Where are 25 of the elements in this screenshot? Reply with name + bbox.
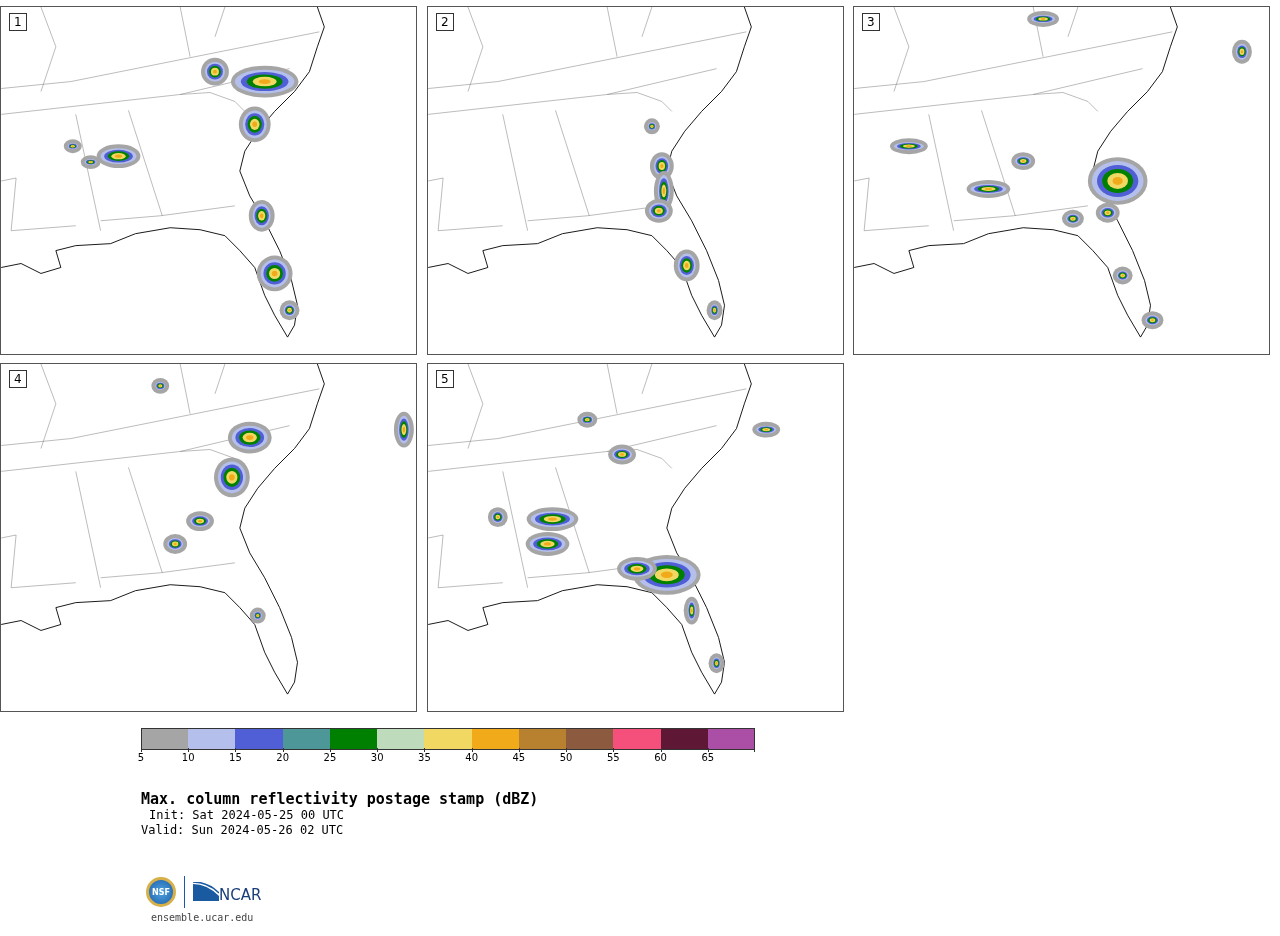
tick-label: 25 bbox=[323, 752, 337, 763]
panel-number: 3 bbox=[862, 13, 880, 31]
tick-label: 5 bbox=[137, 752, 145, 763]
panel-number: 1 bbox=[9, 13, 27, 31]
swoosh-icon bbox=[193, 882, 219, 902]
tick-label: 40 bbox=[465, 752, 478, 763]
tick-label: 50 bbox=[559, 752, 573, 763]
tick-label: 15 bbox=[229, 752, 242, 763]
panel-number: 5 bbox=[436, 370, 454, 388]
chart-title: Max. column reflectivity postage stamp (dBZ) bbox=[141, 790, 540, 808]
tick-label: 45 bbox=[512, 752, 526, 763]
panel-number: 2 bbox=[436, 13, 454, 31]
valid-time: Valid: Sun 2024-05-26 02 UTC bbox=[141, 823, 345, 838]
tick-label: 60 bbox=[654, 752, 667, 763]
tick-label: 65 bbox=[701, 752, 715, 763]
tick-label: 30 bbox=[370, 752, 384, 763]
tick-label: 35 bbox=[418, 752, 431, 763]
panel-number: 4 bbox=[9, 370, 27, 388]
init-time: Init: Sat 2024-05-25 00 UTC bbox=[149, 808, 346, 823]
tick-label: 20 bbox=[276, 752, 290, 763]
ncar-logo-text: NCAR bbox=[219, 886, 262, 904]
tick-label: 10 bbox=[181, 752, 195, 763]
tick-label: 55 bbox=[607, 752, 620, 763]
nsf-logo: NSF bbox=[146, 877, 176, 907]
footer-url: ensemble.ucar.edu bbox=[151, 912, 255, 923]
